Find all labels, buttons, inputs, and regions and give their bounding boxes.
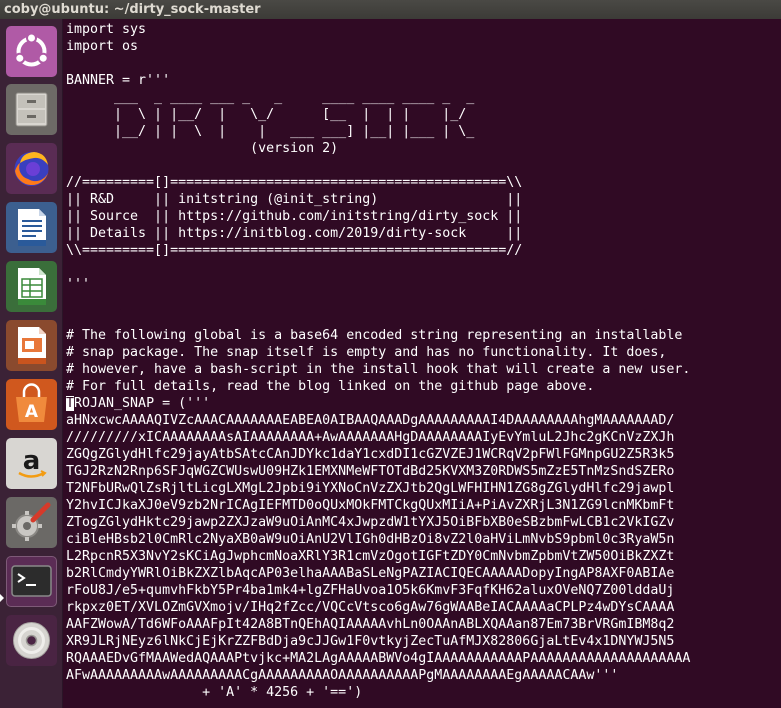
terminal-button[interactable] bbox=[6, 556, 57, 607]
terminal-output[interactable]: import sys import os BANNER = r''' ___ _… bbox=[63, 19, 781, 701]
terminal-line: RQAAAEDvGfMAAWedAQAAAPtvjkc+MA2LAgAAAAAB… bbox=[66, 651, 691, 666]
terminal-line: # The following global is a base64 encod… bbox=[66, 328, 683, 343]
libreoffice-writer-icon bbox=[18, 209, 46, 246]
terminal-line: || Source || https://github.com/initstri… bbox=[66, 209, 523, 224]
terminal-line: |__/ | | \ | | ___ ___] |__| |___ | \_ bbox=[66, 124, 483, 139]
file-manager-button[interactable] bbox=[6, 84, 57, 135]
terminal-line: ''' bbox=[66, 277, 91, 292]
terminal-line: TGJ2RzN2Rnp6SFJqWGZCWUswU09HZk1EMXNMeWFT… bbox=[66, 464, 675, 479]
terminal-line: AAFZWowA/Td6WFoAAAFpIt42A8BTnQEhAQIAAAAA… bbox=[66, 617, 675, 632]
terminal-line: \\=========[]===========================… bbox=[66, 243, 523, 258]
launcher-sidebar: A a bbox=[0, 19, 63, 708]
terminal-line: //=========[]===========================… bbox=[66, 175, 523, 190]
terminal-line: || Details || https://initblog.com/2019/… bbox=[66, 226, 523, 241]
terminal-line: # however, have a bash-script in the ins… bbox=[66, 362, 691, 377]
terminal-line: BANNER = r''' bbox=[66, 73, 171, 88]
libreoffice-impress-icon bbox=[18, 327, 46, 364]
terminal-icon bbox=[11, 565, 52, 597]
software-center-icon: A bbox=[16, 383, 47, 422]
libreoffice-calc-button[interactable] bbox=[6, 261, 57, 312]
amazon-button[interactable]: a bbox=[6, 438, 57, 489]
terminal-line: # For full details, read the blog linked… bbox=[66, 379, 595, 394]
window-title-bar[interactable]: coby@ubuntu: ~/dirty_sock-master bbox=[0, 0, 781, 19]
terminal-line: AFwAAAAAAAAAwAAAAAAAAACgAAAAAAAAAOAAAAAA… bbox=[66, 668, 619, 683]
firefox-button[interactable] bbox=[6, 143, 57, 194]
text-cursor: T bbox=[66, 396, 75, 411]
libreoffice-impress-button[interactable] bbox=[6, 320, 57, 371]
terminal-line: b2RlCmdyYWRlOiBkZXZlbAqcAP03elhaAAABaSLe… bbox=[66, 566, 675, 581]
terminal-line: # snap package. The snap itself is empty… bbox=[66, 345, 667, 360]
terminal-line: + 'A' * 4256 + '==') bbox=[66, 685, 363, 700]
system-settings-button[interactable] bbox=[6, 497, 57, 548]
window-title: coby@ubuntu: ~/dirty_sock-master bbox=[4, 2, 261, 17]
terminal-line: ZGQgZGlydHlfc29jayAtbSAtcCAnJDYkc1daY1cx… bbox=[66, 447, 675, 462]
terminal-line: Y2hvICJkaXJ0eV9zb2NrICAgIEFMTD0oQUxMOkFM… bbox=[66, 498, 675, 513]
libreoffice-writer-button[interactable] bbox=[6, 202, 57, 253]
terminal-line: ROJAN_SNAP = (''' bbox=[74, 396, 211, 411]
ubuntu-dash-icon bbox=[14, 32, 49, 67]
terminal-line: ___ _ ____ ___ _ _ ____ ____ ____ _ _ bbox=[66, 90, 483, 105]
file-manager-icon bbox=[15, 92, 48, 127]
terminal-line: (version 2) bbox=[66, 141, 339, 156]
active-window-indicator bbox=[0, 594, 4, 602]
terminal-line: import sys bbox=[66, 22, 147, 37]
svg-text:A: A bbox=[25, 402, 39, 422]
ubuntu-dash-button[interactable] bbox=[6, 26, 57, 77]
terminal-line: L2RpcnR5X3NvY2sKCiAgJwphcmNoaXRlY3R1cmVz… bbox=[66, 549, 675, 564]
terminal-line: rFoU8J/e5+qumvhFkbY5Pr4ba1mk4+lgZFHaUvoa… bbox=[66, 583, 675, 598]
dvd-drive-button[interactable] bbox=[6, 615, 57, 666]
firefox-icon bbox=[14, 152, 49, 186]
terminal-line: T2NFbURwQlZsRjltLicgLXMgL2Jpbi9iYXNoCnVz… bbox=[66, 481, 675, 496]
terminal-line: /////////xICAAAAAAAAsAIAAAAAAAA+AwAAAAAA… bbox=[66, 430, 675, 445]
terminal-line: aHNxcwcAAAAQIVZcAAACAAAAAAAEABEA0AIBAAQA… bbox=[66, 413, 675, 428]
libreoffice-calc-icon bbox=[18, 268, 46, 305]
terminal-line: rkpxz0ET/XVLOZmGVXmojv/IHq2fZcc/VQCcVtsc… bbox=[66, 600, 675, 615]
amazon-icon: a bbox=[18, 446, 47, 478]
terminal-line: import os bbox=[66, 39, 139, 54]
terminal-window[interactable]: import sys import os BANNER = r''' ___ _… bbox=[63, 19, 781, 708]
terminal-line: XR9JLRjNEyz6lNkCjEjKrZZFBdDja9cJJGw1F0vt… bbox=[66, 634, 675, 649]
terminal-line: | \ | |__/ | \_/ [__ | | | |_/ bbox=[66, 107, 483, 122]
terminal-line: ZTogZGlydHktc29jawp2ZXJzaW9uOiAnMC4xJwpz… bbox=[66, 515, 675, 530]
svg-text:a: a bbox=[23, 446, 41, 476]
system-settings-icon bbox=[12, 502, 51, 541]
software-center-button[interactable]: A bbox=[6, 379, 57, 430]
dvd-drive-icon bbox=[13, 622, 50, 659]
terminal-line: || R&D || initstring (@init_string) || bbox=[66, 192, 523, 207]
terminal-line: ciBleHBsb2l0CmRlc2NyaXB0aW9uOiAnU2VlIGh0… bbox=[66, 532, 675, 547]
